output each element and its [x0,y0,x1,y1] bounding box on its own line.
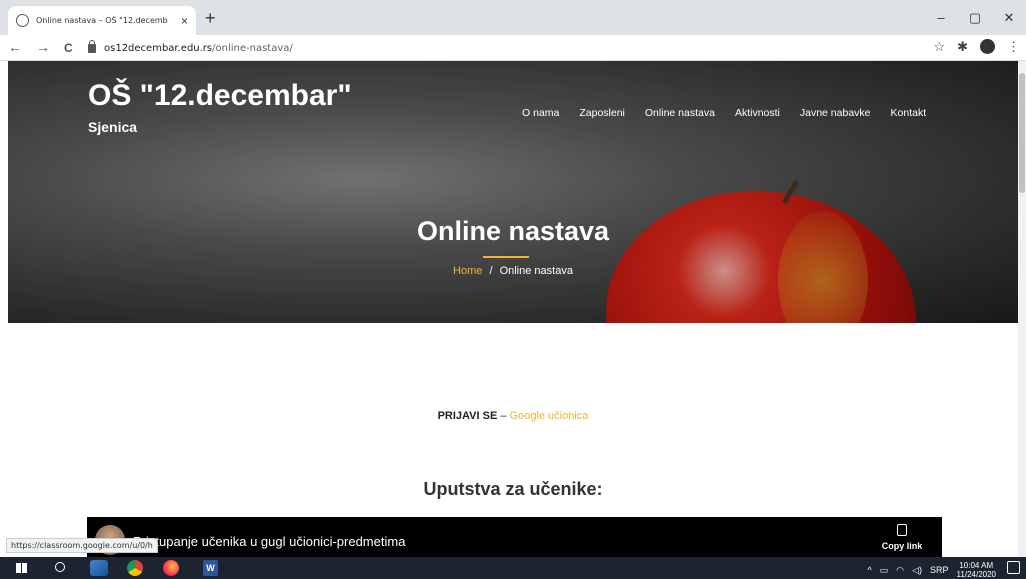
menu-item-kontakt[interactable]: Kontakt [891,107,927,119]
site-favicon-icon [16,14,29,27]
close-window-button[interactable]: ✕ [992,0,1026,35]
apple-image [606,191,916,323]
clock[interactable]: 10:04 AM 11/24/2020 [957,561,996,579]
tray-caret-icon[interactable]: ^ [868,565,872,575]
breadcrumb-current: Online nastava [499,265,573,277]
forward-button[interactable]: → [36,39,50,55]
system-tray: ^ ▭ ◠ ◁) SRP 10:04 AM 11/24/2020 [868,561,997,579]
back-button[interactable]: ← [8,39,22,55]
extensions-icon[interactable]: ✱ [957,39,968,55]
wifi-icon[interactable]: ◠ [896,565,904,576]
taskbar-app-icon[interactable] [90,560,108,576]
tab-title: Online nastava – OŠ "12.decemb [36,16,168,25]
url-text[interactable]: os12decembar.edu.rs/online-nastava/ [104,43,293,54]
hero-banner: OŠ "12.decembar" Sjenica O nama Zaposlen… [8,61,1018,323]
windows-start-icon[interactable] [16,563,27,573]
scrollbar-thumb[interactable] [1019,73,1025,193]
google-classroom-link[interactable]: Google učionica [510,410,589,422]
instructions-heading: Uputstva za učenike: [423,479,603,499]
breadcrumb-separator: / [489,265,493,277]
breadcrumb: Home / Online nastava [8,265,1018,277]
url-path: /online-nastava/ [212,42,293,54]
login-dash: – [497,410,510,422]
browser-tab[interactable]: Online nastava – OŠ "12.decemb × [8,6,196,35]
video-embed[interactable]: Pristupanje učenika u gugl učionici-pred… [87,517,942,562]
browser-menu-icon[interactable]: ⋮ [1007,39,1020,55]
tab-close-icon[interactable]: × [181,14,188,28]
word-icon[interactable]: W [203,560,218,576]
site-subtitle: Sjenica [88,119,138,135]
address-bar[interactable]: os12decembar.edu.rs/online-nastava/ [88,38,918,58]
login-label: PRIJAVI SE [437,410,498,422]
title-underline [483,256,529,258]
windows-taskbar: W ^ ▭ ◠ ◁) SRP 10:04 AM 11/24/2020 [0,557,1026,579]
menu-item-aktivnosti[interactable]: Aktivnosti [735,107,780,119]
firefox-icon[interactable] [163,560,179,576]
copy-icon [897,524,907,536]
main-menu: O nama Zaposleni Online nastava Aktivnos… [522,107,926,119]
new-tab-button[interactable]: + [205,8,216,29]
minimize-button[interactable]: – [924,0,958,35]
clock-time: 10:04 AM [959,561,994,570]
copy-link-button[interactable]: Copy link [880,524,924,551]
breadcrumb-home-link[interactable]: Home [453,265,482,277]
window-controls: – ▢ ✕ [924,0,1026,35]
reload-button[interactable]: C [64,41,73,55]
status-bar-url: https://classroom.google.com/u/0/h [6,538,158,553]
notifications-icon[interactable] [1007,561,1020,574]
page-title: Online nastava [416,216,610,246]
chrome-icon[interactable] [127,560,143,576]
search-icon[interactable] [55,562,65,572]
site-title[interactable]: OŠ "12.decembar" [88,79,352,113]
language-indicator[interactable]: SRP [930,565,949,575]
lock-icon[interactable] [88,39,96,53]
url-host: os12decembar.edu.rs [104,42,213,54]
menu-item-o-nama[interactable]: O nama [522,107,559,119]
volume-icon[interactable]: ◁) [912,565,922,576]
maximize-button[interactable]: ▢ [958,0,992,35]
browser-tab-strip: Online nastava – OŠ "12.decemb × + – ▢ ✕ [0,0,1026,35]
clock-date: 11/24/2020 [956,570,996,579]
login-line: PRIJAVI SE – Google učionica [0,410,1026,422]
apple-stem [781,179,800,205]
menu-item-zaposleni[interactable]: Zaposleni [579,107,625,119]
page-scrollbar[interactable] [1018,61,1026,557]
copy-link-label: Copy link [881,541,923,551]
toolbar-actions: ☆ ✱ ⋮ [933,39,1020,55]
menu-item-online-nastava[interactable]: Online nastava [645,107,715,119]
browser-toolbar: ← → C os12decembar.edu.rs/online-nastava… [0,35,1026,61]
menu-item-javne-nabavke[interactable]: Javne nabavke [800,107,871,119]
video-title[interactable]: Pristupanje učenika u gugl učionici-pred… [133,534,405,549]
battery-icon[interactable]: ▭ [880,565,889,576]
bookmark-star-icon[interactable]: ☆ [933,39,945,55]
profile-avatar-icon[interactable] [980,39,995,54]
